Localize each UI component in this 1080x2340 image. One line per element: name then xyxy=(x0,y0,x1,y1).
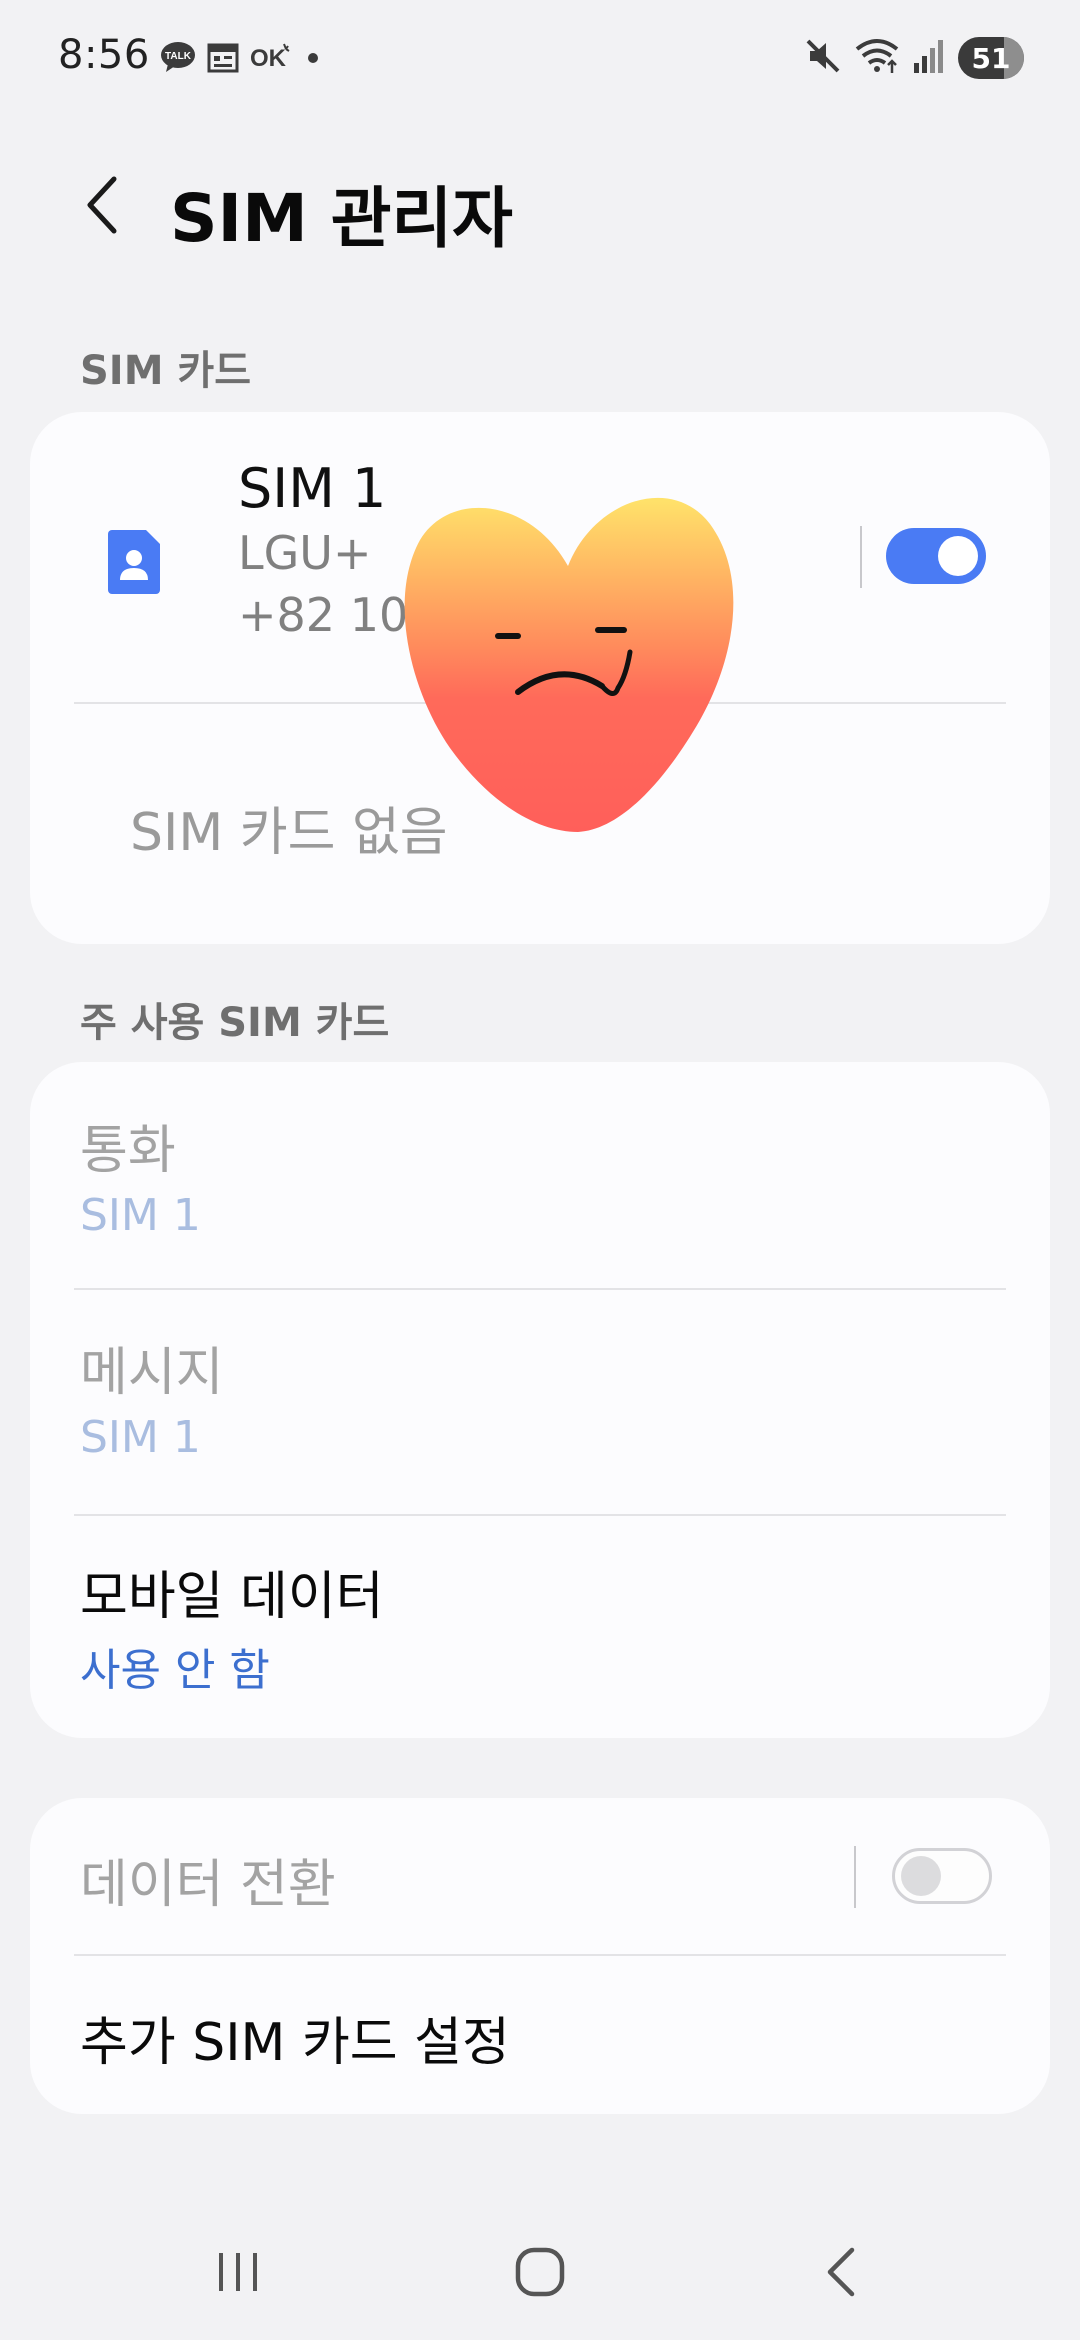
section-label-sim-cards: SIM 카드 xyxy=(80,348,252,394)
toggle-separator xyxy=(860,526,862,588)
messages-value: SIM 1 xyxy=(80,1412,201,1463)
mobile-data-value: 사용 안 함 xyxy=(80,1645,270,1696)
svg-text:OK: OK xyxy=(250,45,287,72)
app-header: SIM 관리자 xyxy=(0,150,1080,260)
system-icons: 51 xyxy=(804,36,1024,80)
mobile-data-title: 모바일 데이터 xyxy=(80,1567,384,1627)
recents-icon xyxy=(219,2253,257,2291)
primary-sim-card: 통화 SIM 1 메시지 SIM 1 모바일 데이터 사용 안 함 xyxy=(30,1062,1050,1738)
nav-back-button[interactable] xyxy=(802,2242,882,2302)
ok-icon: OK xyxy=(250,40,292,78)
status-time: 8:56 xyxy=(58,32,150,78)
mobile-data-row[interactable]: 모바일 데이터 사용 안 함 xyxy=(30,1516,1050,1738)
toggle-separator xyxy=(854,1846,856,1908)
calls-title: 통화 xyxy=(80,1121,176,1181)
talk-icon: TALK xyxy=(160,40,196,78)
data-switch-row[interactable]: 데이터 전환 xyxy=(30,1798,1050,1954)
notification-icons: TALK OK xyxy=(160,40,324,78)
heart-face-sticker xyxy=(404,497,734,832)
sim-1-toggle[interactable] xyxy=(886,528,986,584)
calls-row[interactable]: 통화 SIM 1 xyxy=(30,1062,1050,1288)
sim-card-icon xyxy=(106,526,166,596)
page-title: SIM 관리자 xyxy=(170,180,513,257)
navigation-bar xyxy=(0,2220,1080,2320)
extra-settings-card: 데이터 전환 추가 SIM 카드 설정 xyxy=(30,1798,1050,2114)
dot-icon xyxy=(302,40,324,78)
battery-level: 51 xyxy=(971,41,1011,75)
battery-icon: 51 xyxy=(958,37,1024,79)
recents-button[interactable] xyxy=(198,2242,278,2302)
status-bar: 8:56 TALK OK 51 xyxy=(0,0,1080,116)
home-icon xyxy=(515,2247,565,2297)
calls-value: SIM 1 xyxy=(80,1190,201,1241)
chevron-left-icon xyxy=(87,176,117,234)
svg-text:TALK: TALK xyxy=(165,51,192,62)
back-icon xyxy=(827,2247,855,2297)
messages-title: 메시지 xyxy=(80,1343,224,1403)
data-switch-toggle[interactable] xyxy=(892,1848,992,1904)
signal-icon xyxy=(912,37,946,79)
calendar-icon xyxy=(206,40,240,78)
mute-icon xyxy=(804,37,842,79)
more-sim-settings-title: 추가 SIM 카드 설정 xyxy=(80,2013,510,2073)
data-switch-title: 데이터 전환 xyxy=(80,1855,336,1915)
messages-row[interactable]: 메시지 SIM 1 xyxy=(30,1290,1050,1514)
home-button[interactable] xyxy=(500,2242,580,2302)
wifi-icon xyxy=(854,37,900,79)
section-label-primary-sim: 주 사용 SIM 카드 xyxy=(80,1000,390,1046)
more-sim-settings-row[interactable]: 추가 SIM 카드 설정 xyxy=(30,1956,1050,2114)
back-button[interactable] xyxy=(72,170,132,240)
